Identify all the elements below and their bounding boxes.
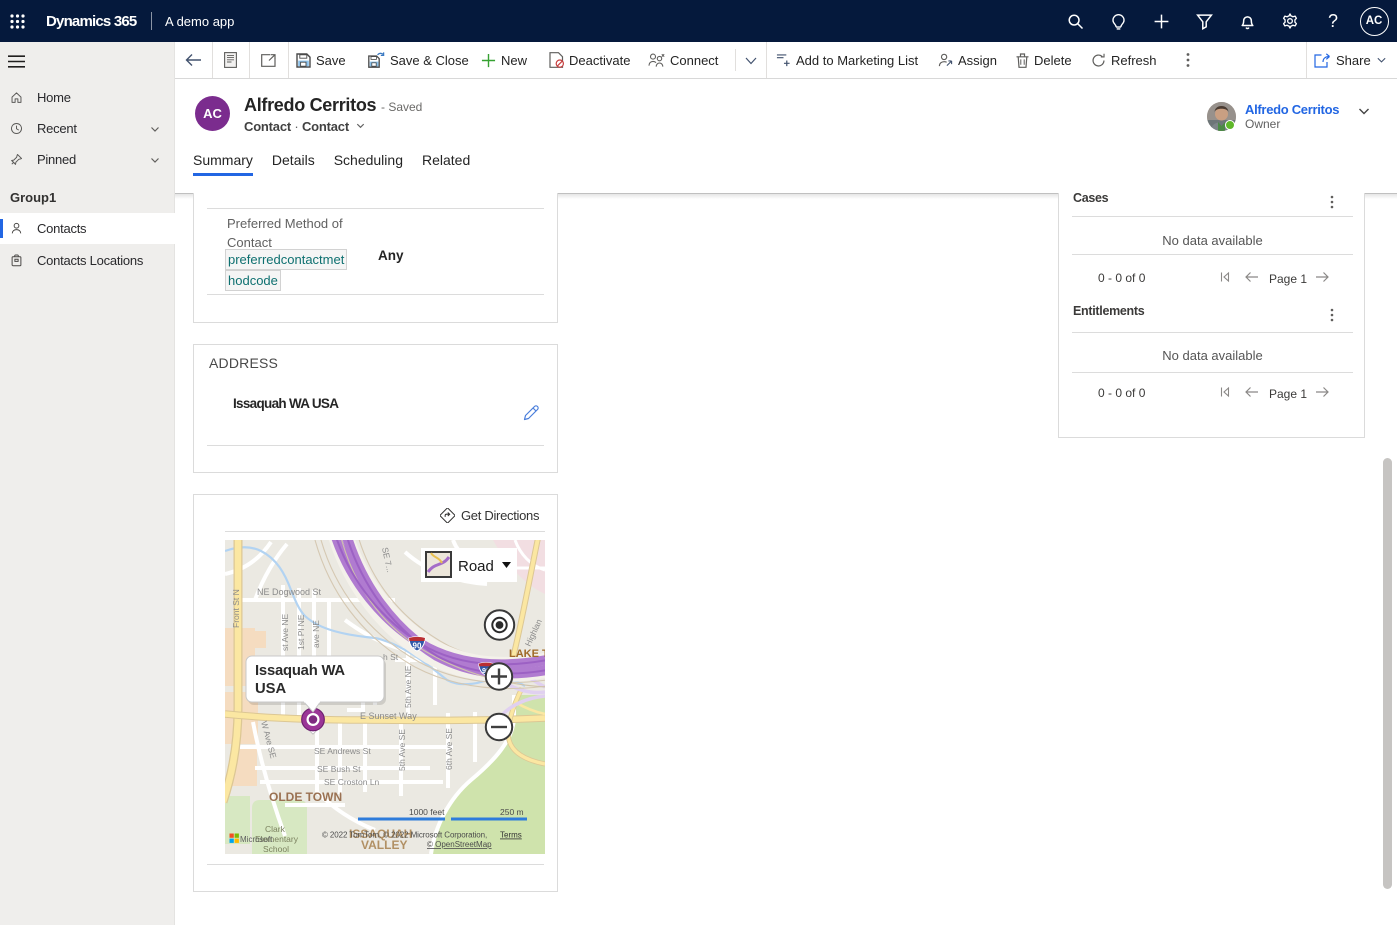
svg-text:6th Ave SE: 6th Ave SE — [444, 728, 454, 770]
svg-text:Clark: Clark — [265, 824, 286, 834]
svg-text:Microsoft: Microsoft — [240, 835, 273, 844]
svg-text:School: School — [263, 844, 289, 854]
svg-text:OLDE TOWN: OLDE TOWN — [269, 790, 342, 804]
svg-text:© OpenStreetMap: © OpenStreetMap — [427, 840, 492, 849]
svg-text:SE Croston Ln: SE Croston Ln — [324, 777, 380, 787]
svg-text:ave NE: ave NE — [311, 620, 321, 648]
svg-text:SE Andrews St: SE Andrews St — [314, 746, 371, 756]
svg-text:Road: Road — [458, 558, 494, 575]
svg-text:h St: h St — [383, 652, 399, 662]
svg-text:USA: USA — [255, 681, 287, 697]
svg-text:© 2022 TomTom, © 2022 Microsof: © 2022 TomTom, © 2022 Microsoft Corporat… — [322, 831, 487, 840]
svg-text:LAKE T: LAKE T — [509, 648, 545, 660]
svg-text:1000 feet: 1000 feet — [409, 807, 445, 817]
svg-text:1st Pl NE: 1st Pl NE — [296, 614, 306, 650]
svg-text:VALLEY: VALLEY — [361, 838, 407, 852]
svg-text:90: 90 — [413, 642, 422, 651]
svg-text:NE Dogwood St: NE Dogwood St — [257, 587, 322, 597]
svg-text:E Sunset Way: E Sunset Way — [360, 711, 417, 721]
svg-text:SE Bush St: SE Bush St — [317, 764, 361, 774]
svg-text:Terms: Terms — [500, 831, 522, 840]
svg-text:5th Ave SE: 5th Ave SE — [397, 729, 407, 771]
svg-text:5th Ave NE: 5th Ave NE — [403, 665, 413, 708]
svg-text:Front St N: Front St N — [231, 589, 241, 628]
svg-text:Issaquah WA: Issaquah WA — [255, 663, 345, 679]
svg-text:250 m: 250 m — [500, 807, 524, 817]
svg-text:st Ave NE: st Ave NE — [280, 614, 290, 651]
